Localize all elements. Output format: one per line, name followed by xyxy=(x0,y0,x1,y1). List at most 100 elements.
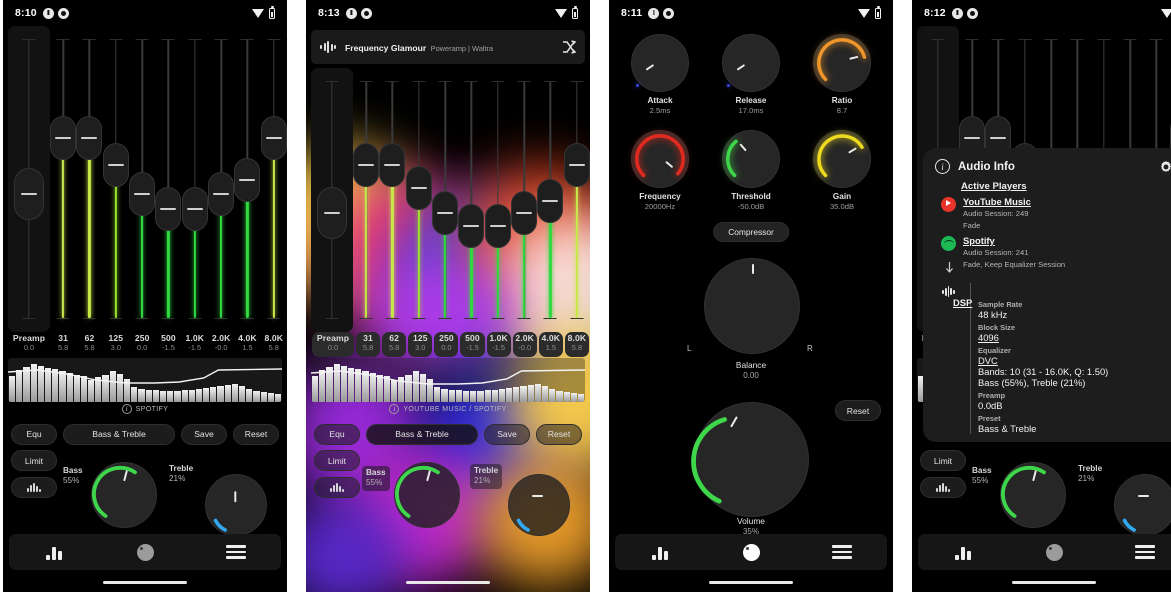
slider-thumb[interactable] xyxy=(50,116,77,161)
slider-thumb[interactable] xyxy=(432,191,459,236)
dsp-heading[interactable]: DSP xyxy=(953,297,972,308)
slider-thumb[interactable] xyxy=(76,116,103,161)
slider-thumb[interactable] xyxy=(129,172,156,217)
equalizer-wave-icon-button[interactable] xyxy=(314,477,360,498)
slider-thumb[interactable] xyxy=(317,187,347,240)
shuffle-icon[interactable] xyxy=(562,40,577,54)
slider-thumb[interactable] xyxy=(102,143,129,188)
treble-knob[interactable] xyxy=(508,474,570,536)
player-row[interactable]: YouTube Music Audio Session: 249 Fade xyxy=(941,196,1171,230)
player-row[interactable]: Spotify Audio Session: 241 Fade, Keep Eq… xyxy=(941,235,1171,269)
eq-band-slider-2.0K[interactable] xyxy=(511,68,538,332)
player-name[interactable]: YouTube Music xyxy=(963,196,1171,207)
eq-band-slider-1.0K[interactable] xyxy=(484,68,511,332)
eq-band-slider-125[interactable] xyxy=(405,68,432,332)
slider-thumb[interactable] xyxy=(155,186,182,231)
bass-knob[interactable] xyxy=(91,462,157,528)
eq-band-slider-250[interactable] xyxy=(129,26,156,332)
frequency-knob[interactable] xyxy=(631,130,689,188)
eq-band-slider-1.0K[interactable] xyxy=(181,26,208,332)
slider-thumb[interactable] xyxy=(458,203,485,248)
slider-thumb[interactable] xyxy=(260,116,287,161)
equalizer-wave-icon-button[interactable] xyxy=(11,477,57,498)
dsp-field-value[interactable]: 4096 xyxy=(978,332,1171,343)
equ-button[interactable]: Equ xyxy=(11,423,57,445)
nav-menu-tab[interactable] xyxy=(190,534,281,570)
nav-spectrum-tab[interactable] xyxy=(615,534,706,570)
slider-tick xyxy=(1070,39,1084,40)
player-name[interactable]: Spotify xyxy=(963,235,1171,246)
equalizer-sliders[interactable] xyxy=(306,68,590,332)
knob-label: Gain xyxy=(832,192,852,201)
slider-thumb[interactable] xyxy=(537,178,564,223)
band-label-8.0K: 8.0K5.8 xyxy=(261,332,287,357)
eq-band-slider-2.0K[interactable] xyxy=(208,26,235,332)
slider-thumb[interactable] xyxy=(563,142,590,187)
threshold-knob[interactable] xyxy=(722,130,780,188)
eq-band-slider-31[interactable] xyxy=(50,26,77,332)
reset-button[interactable]: Reset xyxy=(233,423,279,445)
reset-button[interactable]: Reset xyxy=(835,400,881,421)
slider-thumb[interactable] xyxy=(379,142,406,187)
eq-band-slider-500[interactable] xyxy=(155,26,182,332)
nav-knobs-tab[interactable] xyxy=(1009,534,1100,570)
save-button[interactable]: Save xyxy=(484,423,530,445)
bass-knob[interactable] xyxy=(394,462,460,528)
release-knob[interactable] xyxy=(722,34,780,92)
limit-button[interactable]: Limit xyxy=(920,450,966,471)
volume-knob[interactable] xyxy=(691,402,809,517)
eq-band-slider-8.0K[interactable] xyxy=(260,26,287,332)
slider-thumb[interactable] xyxy=(208,172,235,217)
ratio-knob[interactable] xyxy=(813,34,871,92)
alarm-icon xyxy=(966,7,978,19)
gear-icon[interactable] xyxy=(1159,160,1171,174)
dsp-field-value[interactable]: DVC xyxy=(978,355,1171,366)
preamp-slider[interactable] xyxy=(8,26,50,332)
band-value: 3.0 xyxy=(110,343,121,353)
compressor-knob-grid[interactable]: Attack 2.5ms Release 17.0ms Ratio 8.7 Frequenc… xyxy=(609,30,893,245)
eq-band-slider-62[interactable] xyxy=(76,26,103,332)
slider-thumb[interactable] xyxy=(14,168,44,221)
reset-button[interactable]: Reset xyxy=(536,423,582,445)
slider-thumb[interactable] xyxy=(181,186,208,231)
preamp-slider[interactable] xyxy=(311,68,353,332)
nav-spectrum-tab[interactable] xyxy=(918,534,1009,570)
eq-band-slider-31[interactable] xyxy=(353,68,380,332)
slider-tick xyxy=(543,318,557,319)
limit-button[interactable]: Limit xyxy=(11,450,57,471)
equ-button[interactable]: Equ xyxy=(314,423,360,445)
slider-thumb[interactable] xyxy=(511,191,538,236)
slider-thumb[interactable] xyxy=(484,203,511,248)
attack-knob[interactable] xyxy=(631,34,689,92)
eq-band-slider-125[interactable] xyxy=(102,26,129,332)
slider-tick xyxy=(491,81,505,82)
bass-treble-preset-button[interactable]: Bass & Treble xyxy=(63,423,175,445)
eq-band-slider-500[interactable] xyxy=(458,68,485,332)
nav-menu-tab[interactable] xyxy=(796,534,887,570)
equalizer-wave-icon-button[interactable] xyxy=(920,477,966,498)
bass-treble-preset-button[interactable]: Bass & Treble xyxy=(366,423,478,445)
eq-band-slider-62[interactable] xyxy=(379,68,406,332)
nav-knobs-tab[interactable] xyxy=(706,534,797,570)
limit-button[interactable]: Limit xyxy=(314,450,360,471)
nav-spectrum-tab[interactable] xyxy=(9,534,100,570)
treble-knob[interactable] xyxy=(1114,474,1171,536)
gain-knob[interactable] xyxy=(813,130,871,188)
treble-knob[interactable] xyxy=(205,474,267,536)
eq-band-slider-4.0K[interactable] xyxy=(537,68,564,332)
eq-band-slider-4.0K[interactable] xyxy=(234,26,261,332)
save-button[interactable]: Save xyxy=(181,423,227,445)
nav-menu-tab[interactable] xyxy=(1099,534,1171,570)
equalizer-sliders[interactable] xyxy=(3,26,287,332)
slider-thumb[interactable] xyxy=(405,166,432,211)
bass-knob[interactable] xyxy=(1000,462,1066,528)
response-curve xyxy=(311,369,585,385)
slider-thumb[interactable] xyxy=(353,142,380,187)
nav-knobs-tab[interactable] xyxy=(100,534,191,570)
slider-thumb[interactable] xyxy=(234,157,261,202)
balance-knob[interactable] xyxy=(704,258,800,354)
eq-band-slider-250[interactable] xyxy=(432,68,459,332)
eq-band-slider-8.0K[interactable] xyxy=(563,68,590,332)
now-playing-bar[interactable]: Frequency Glamour Poweramp | Waltra xyxy=(311,30,585,64)
equalizer-wave-icon xyxy=(935,483,951,492)
